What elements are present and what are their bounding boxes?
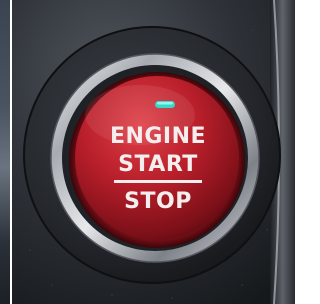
label-divider [114, 180, 202, 183]
engine-start-illustration: ENGINE START STOP [12, 0, 295, 304]
right-margin [295, 0, 303, 304]
label-start: START [118, 152, 198, 177]
label-stop: STOP [124, 189, 192, 214]
adjacent-photo-edge [0, 0, 10, 304]
label-engine: ENGINE [110, 124, 206, 149]
scene: ENGINE START STOP [0, 0, 303, 304]
engine-start-photo: ENGINE START STOP [12, 0, 295, 304]
